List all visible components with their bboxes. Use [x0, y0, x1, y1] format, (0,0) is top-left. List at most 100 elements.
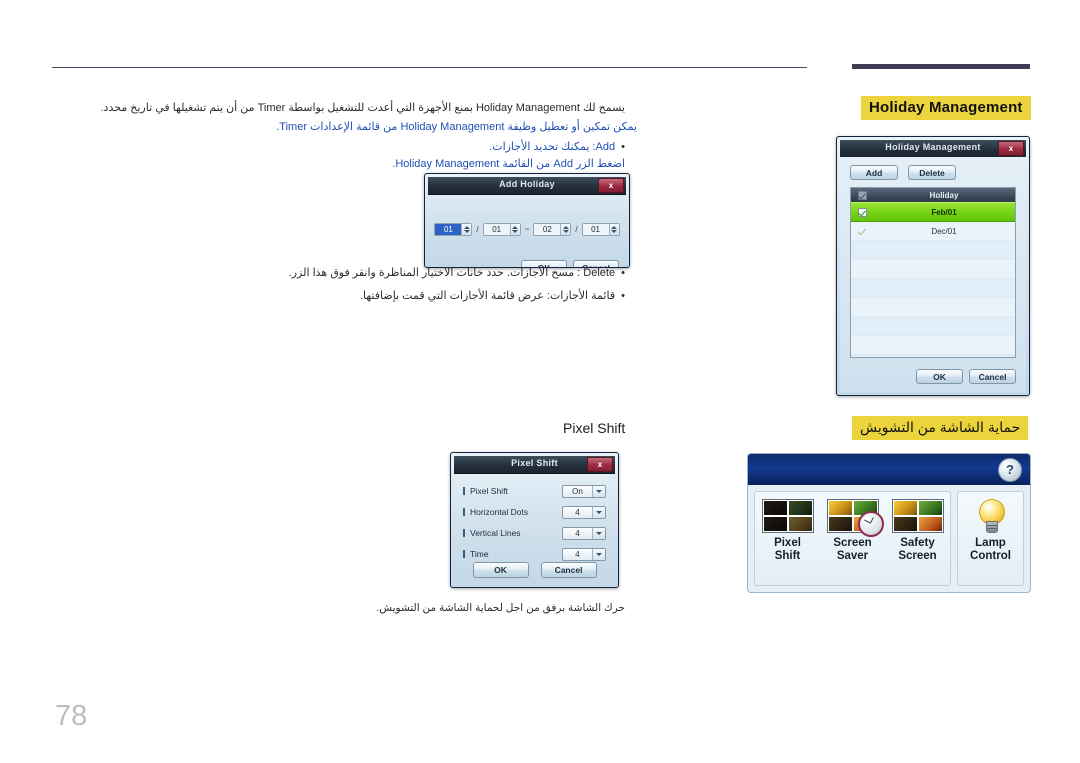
- bullet-holiday-list-text: قائمة الأجازات: عرض قائمة الأجازات التي …: [359, 290, 616, 302]
- bullet-delete-text: Delete : مسح الأجازات. حدد خانات الاختيا…: [288, 267, 616, 279]
- start-day-value: 01: [483, 224, 510, 235]
- close-icon[interactable]: x: [998, 141, 1024, 156]
- end-month-stepper[interactable]: 02: [533, 223, 572, 236]
- menu-item-label-line1: Screen: [833, 537, 872, 549]
- setting-row-horizontal-dots: Horizontal Dots 4: [463, 504, 606, 520]
- horizontal-dots-select[interactable]: 4: [562, 505, 606, 519]
- pixel-shift-icon: [761, 499, 814, 533]
- cancel-button[interactable]: Cancel: [969, 369, 1016, 384]
- date-range-row: 01 / 01 ~ 02 / 01: [428, 223, 626, 236]
- header-rule-right: [852, 64, 1030, 69]
- start-date-slash: /: [476, 225, 479, 234]
- menu-item-lamp-control[interactable]: Lamp Control: [958, 492, 1023, 585]
- lamp-icon: [976, 499, 1006, 533]
- bullet-icon: [463, 487, 465, 495]
- bullet-holiday-list: • قائمة الأجازات: عرض قائمة الأجازات الت…: [359, 290, 625, 302]
- delete-button[interactable]: Delete: [908, 165, 956, 180]
- menu-item-label: Screen Saver: [833, 537, 871, 563]
- chevron-down-icon: [592, 548, 605, 560]
- menu-item-safety-screen[interactable]: Safety Screen: [885, 492, 950, 585]
- label-pixel-shift: Pixel Shift: [563, 420, 626, 436]
- start-day-stepper[interactable]: 01: [482, 223, 521, 236]
- time-value: 4: [575, 549, 580, 559]
- range-separator: ~: [524, 225, 530, 234]
- horizontal-dots-value: 4: [575, 507, 580, 517]
- table-row[interactable]: Dec/01: [851, 222, 1015, 241]
- menu-item-label-line1: Pixel: [774, 537, 801, 549]
- screen-saver-menu-panel: ? Pixel Shift Screen Saver Safety Screen…: [747, 453, 1031, 593]
- dialog-add-holiday-body: 01 / 01 ~ 02 / 01 OK Cancel: [428, 195, 626, 267]
- end-month-arrows[interactable]: [560, 224, 571, 235]
- holiday-list[interactable]: Holiday Feb/01 Dec/01: [850, 187, 1016, 358]
- ok-button[interactable]: OK: [521, 260, 567, 267]
- row-checkbox[interactable]: [851, 227, 873, 236]
- table-row-empty[interactable]: [851, 317, 1015, 336]
- start-day-arrows[interactable]: [509, 224, 520, 235]
- table-row-empty[interactable]: [851, 260, 1015, 279]
- setting-row-vertical-lines: Vertical Lines 4: [463, 525, 606, 541]
- close-icon[interactable]: x: [587, 457, 613, 472]
- menu-item-screen-saver[interactable]: Screen Saver: [820, 492, 885, 585]
- dialog-holiday-management-titlebar: Holiday Management x: [840, 140, 1026, 158]
- table-row-empty[interactable]: [851, 279, 1015, 298]
- pixel-shift-select[interactable]: On: [562, 484, 606, 498]
- end-day-stepper[interactable]: 01: [581, 223, 620, 236]
- table-row[interactable]: Feb/01: [851, 202, 1015, 222]
- table-row-empty[interactable]: [851, 336, 1015, 355]
- holiday-column-header: Holiday: [929, 190, 959, 200]
- help-icon[interactable]: ?: [998, 458, 1022, 482]
- close-icon[interactable]: x: [598, 178, 624, 193]
- setting-label: Horizontal Dots: [470, 507, 529, 517]
- bullet-icon: [463, 508, 465, 516]
- bullet-add-sub: اضغط الزر Add من القائمة Holiday Managem…: [392, 158, 625, 170]
- bullet-add: • Add: يمكنك تحديد الأجازات.: [489, 141, 625, 153]
- cancel-button[interactable]: Cancel: [540, 562, 597, 578]
- pixel-shift-value: On: [572, 486, 583, 496]
- dialog-holiday-management: Holiday Management x Add Delete Holiday: [836, 136, 1030, 396]
- table-row-empty[interactable]: [851, 241, 1015, 260]
- setting-row-time: Time 4: [463, 546, 606, 562]
- dialog-add-holiday-buttons: OK Cancel: [521, 260, 619, 267]
- time-select[interactable]: 4: [562, 547, 606, 561]
- start-month-arrows[interactable]: [461, 224, 472, 235]
- select-all-checkbox[interactable]: [851, 190, 873, 200]
- vertical-lines-select[interactable]: 4: [562, 526, 606, 540]
- start-month-stepper[interactable]: 01: [434, 223, 473, 236]
- screen-saver-icon: [826, 499, 884, 537]
- menu-item-pixel-shift[interactable]: Pixel Shift: [755, 492, 820, 585]
- row-checkbox[interactable]: [851, 207, 873, 217]
- header-rule-left: [52, 67, 807, 68]
- cancel-button[interactable]: Cancel: [573, 260, 619, 267]
- menu-item-label: Lamp Control: [970, 537, 1011, 563]
- safety-screen-icon: [891, 499, 944, 533]
- ok-button[interactable]: OK: [916, 369, 963, 384]
- table-row-empty[interactable]: [851, 355, 1015, 357]
- menu-item-label-line2: Saver: [836, 550, 869, 562]
- holiday-toolbar: Add Delete: [850, 165, 956, 180]
- setting-label: Time: [470, 549, 489, 559]
- setting-row-pixel-shift: Pixel Shift On: [463, 483, 606, 499]
- bullet-icon: [463, 529, 465, 537]
- table-row-empty[interactable]: [851, 298, 1015, 317]
- dialog-holiday-management-body: Add Delete Holiday Feb/01 Dec/01 OK Canc…: [840, 157, 1026, 392]
- bullet-add-text: Add: يمكنك تحديد الأجازات.: [489, 141, 616, 153]
- paragraph-note: يمكن تمكين أو تعطيل وظيفة Holiday Manage…: [276, 121, 637, 133]
- menu-item-label: Safety Screen: [898, 537, 936, 563]
- add-button[interactable]: Add: [850, 165, 898, 180]
- dialog-pixel-shift-buttons: OK Cancel: [454, 562, 615, 578]
- dialog-holiday-management-buttons: OK Cancel: [916, 369, 1016, 384]
- end-date-slash: /: [575, 225, 578, 234]
- end-month-value: 02: [534, 224, 561, 235]
- end-day-arrows[interactable]: [608, 224, 619, 235]
- row-label: Feb/01: [931, 207, 957, 217]
- ok-button[interactable]: OK: [472, 562, 529, 578]
- dialog-pixel-shift-body: Pixel Shift On Horizontal Dots 4 Vertica…: [454, 473, 615, 584]
- dialog-add-holiday-title: Add Holiday: [499, 179, 555, 189]
- manual-page: Holiday Management حماية الشاشة من التشو…: [0, 0, 1080, 763]
- menu-item-label: Pixel Shift: [774, 537, 801, 563]
- menu-item-label-line1: Lamp: [975, 537, 1006, 549]
- section-heading-holiday-management: Holiday Management: [861, 96, 1031, 120]
- chevron-down-icon: [592, 506, 605, 518]
- setting-label: Pixel Shift: [470, 486, 508, 496]
- bullet-icon: [463, 550, 465, 558]
